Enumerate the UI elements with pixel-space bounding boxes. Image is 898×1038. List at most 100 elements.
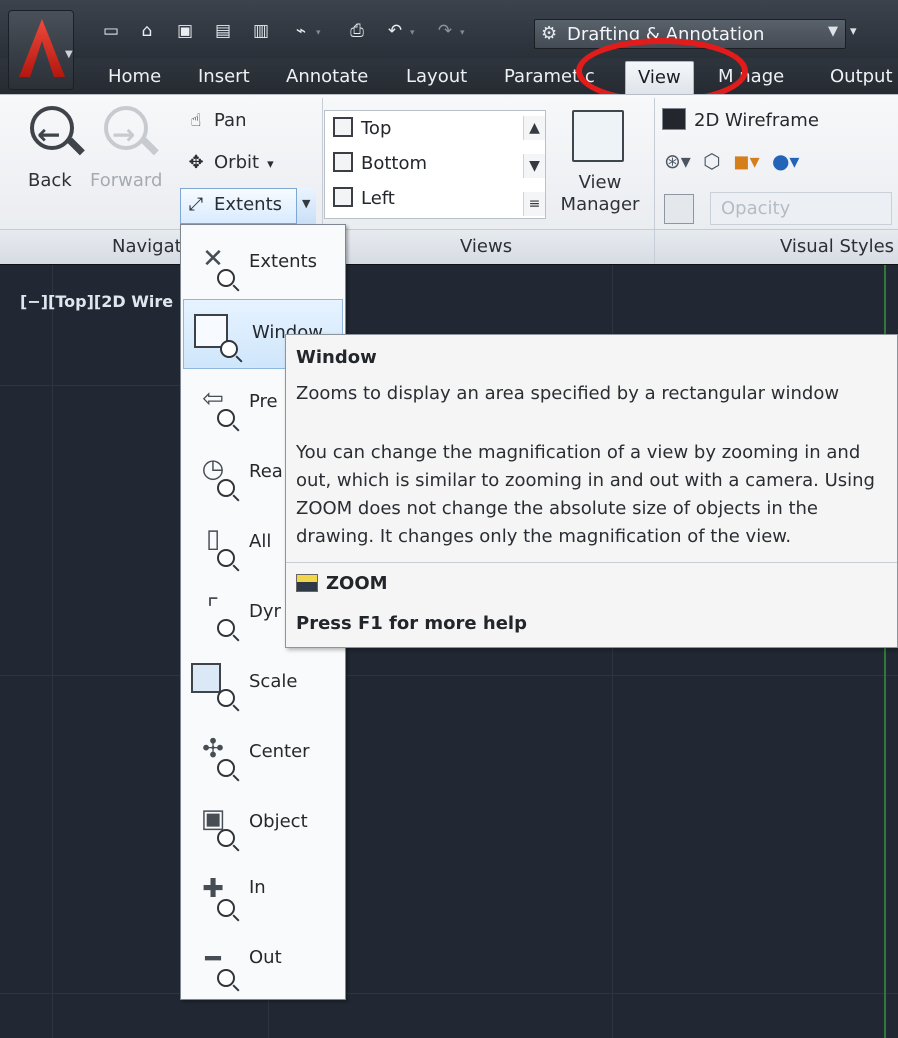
view-manager-line1: View — [578, 172, 622, 193]
zoom-dropdown-arrow[interactable]: ▼ — [296, 188, 316, 224]
zoom-previous-icon: ⇦ — [191, 379, 235, 427]
flyout-label-realtime: Rea — [249, 461, 283, 482]
tab-insert[interactable]: Insert — [198, 64, 250, 90]
save-as-icon[interactable]: ▥ — [250, 20, 272, 42]
panel-title-visual-styles: Visual Styles — [780, 236, 895, 257]
view-item-top[interactable]: Top — [333, 117, 391, 139]
tooltip-divider — [286, 562, 897, 563]
panel-title-views: Views — [460, 236, 513, 257]
zoom-center-icon: ✣ — [191, 729, 235, 777]
cube-top-icon — [333, 117, 353, 137]
view-item-bottom[interactable]: Bottom — [333, 152, 427, 174]
cube-left-icon — [333, 187, 353, 207]
scroll-down-icon[interactable]: ▼ — [523, 154, 545, 178]
tab-output[interactable]: Output — [830, 64, 893, 90]
view-manager-label: View Manager — [554, 172, 646, 216]
save-to-cloud-icon[interactable]: ▣ — [174, 20, 196, 42]
expand-gallery-icon[interactable]: ≡ — [523, 192, 545, 216]
autocad-logo-icon — [19, 19, 65, 77]
flyout-label-scale: Scale — [249, 671, 298, 692]
tooltip-description: Zooms to display an area specified by a … — [296, 383, 840, 404]
tab-annotate[interactable]: Annotate — [286, 64, 368, 90]
flyout-label-previous: Pre — [249, 391, 278, 412]
tooltip-body: You can change the magnification of a vi… — [296, 439, 896, 551]
view-manager-button[interactable]: View Manager — [554, 108, 646, 222]
zoom-scale-icon — [191, 659, 235, 707]
customize-toolbar-icon[interactable]: ▾ — [850, 24, 857, 39]
orbit-button[interactable]: ✥ Orbit ▾ — [184, 152, 273, 173]
chevron-down-icon: ▼ — [302, 197, 311, 210]
shade-icon[interactable]: ⊛▾ — [664, 149, 691, 173]
command-icon — [296, 574, 318, 592]
zoom-window-icon — [194, 310, 238, 358]
flyout-item-out[interactable]: ━ Out — [181, 929, 345, 999]
flyout-label-in: In — [249, 877, 266, 898]
workspace-chevron-icon[interactable]: ▼ — [828, 24, 838, 39]
autocad-window: ▼ ▭ ⌂ ▣ ▤ ▥ ⌁ ▾ ⎙ ↶ ▾ ↷ ▾ ⚙ Drafting & A… — [0, 0, 898, 1038]
flyout-item-center[interactable]: ✣ Center — [181, 719, 345, 789]
flyout-label-object: Object — [249, 811, 308, 832]
save-icon[interactable]: ▤ — [212, 20, 234, 42]
undo-dropdown-icon[interactable]: ▾ — [410, 28, 415, 38]
edge-style-icon[interactable]: ⬡ — [703, 149, 720, 173]
plot-preview-icon[interactable]: ⌁ — [290, 20, 312, 42]
flyout-item-scale[interactable]: Scale — [181, 649, 345, 719]
back-label: Back — [28, 170, 72, 191]
views-gallery[interactable]: Top Bottom Left ▲ ▼ ≡ — [324, 110, 546, 219]
panel-title-navigate: Navigat — [112, 236, 182, 257]
new-file-icon[interactable]: ▭ — [100, 20, 122, 42]
forward-label: Forward — [90, 170, 163, 191]
lighting-icon[interactable]: ●▾ — [772, 149, 800, 173]
panel-divider — [654, 98, 655, 264]
open-folder-icon[interactable]: ⌂ — [136, 20, 158, 42]
zoom-extents-icon: ⤢ — [188, 194, 204, 215]
zoom-extents-button[interactable]: ⤢ Extents — [184, 194, 282, 215]
pan-label: Pan — [214, 110, 247, 131]
orbit-icon: ✥ — [188, 152, 204, 173]
cube-bottom-icon — [333, 152, 353, 172]
chevron-down-icon: ▼ — [65, 49, 73, 60]
forward-magnifier-icon: → — [102, 104, 159, 156]
redo-icon[interactable]: ↷ — [434, 20, 456, 42]
pan-button[interactable]: ☝ Pan — [184, 110, 247, 131]
tooltip-body-line: ZOOM does not change the absolute size o… — [296, 498, 818, 519]
tooltip-command-label: ZOOM — [326, 573, 388, 594]
back-magnifier-icon: ← — [28, 104, 85, 156]
view-left-label: Left — [361, 188, 395, 209]
zoom-extents-icon: ✕ — [191, 239, 235, 287]
view-manager-icon — [572, 110, 624, 162]
redo-dropdown-icon[interactable]: ▾ — [460, 28, 465, 38]
flyout-item-extents[interactable]: ✕ Extents — [181, 229, 345, 299]
zoom-object-icon: ▣ — [191, 799, 235, 847]
zoom-all-icon: ▯ — [191, 519, 235, 567]
visual-style-selector[interactable]: 2D Wireframe — [662, 108, 898, 136]
pan-hand-icon: ☝ — [190, 110, 202, 131]
opacity-field[interactable]: Opacity — [710, 192, 892, 225]
application-menu-button[interactable]: ▼ — [8, 10, 74, 90]
flyout-item-in[interactable]: ✚ In — [181, 859, 345, 929]
dropdown-caret-icon[interactable]: ▾ — [316, 28, 321, 38]
tab-layout[interactable]: Layout — [406, 64, 467, 90]
zoom-dynamic-icon: ⌜ — [191, 589, 235, 637]
view-bottom-label: Bottom — [361, 153, 428, 174]
visual-style-tools: ⊛▾ ⬡ ◼▾ ●▾ — [664, 149, 898, 183]
zoom-in-icon: ✚ — [191, 869, 235, 917]
scroll-up-icon[interactable]: ▲ — [523, 116, 545, 140]
tab-home[interactable]: Home — [108, 64, 161, 90]
view-manager-line2: Manager — [560, 194, 640, 215]
material-icon[interactable]: ◼▾ — [733, 149, 760, 173]
flyout-label-all: All — [249, 531, 272, 552]
back-button[interactable]: ← Back — [22, 104, 85, 220]
opacity-icon — [664, 194, 694, 224]
gear-icon: ⚙ — [541, 23, 558, 44]
viewport-controls-label[interactable]: [−][Top][2D Wire — [20, 292, 173, 311]
zoom-out-icon: ━ — [191, 939, 235, 987]
view-item-left[interactable]: Left — [333, 187, 395, 209]
tooltip-help: Press F1 for more help — [296, 613, 527, 634]
print-icon[interactable]: ⎙ — [346, 20, 368, 42]
flyout-item-object[interactable]: ▣ Object — [181, 789, 345, 859]
forward-button[interactable]: → Forward — [88, 104, 170, 220]
view-top-label: Top — [361, 118, 392, 139]
orbit-label: Orbit — [214, 152, 260, 173]
undo-icon[interactable]: ↶ — [384, 20, 406, 42]
